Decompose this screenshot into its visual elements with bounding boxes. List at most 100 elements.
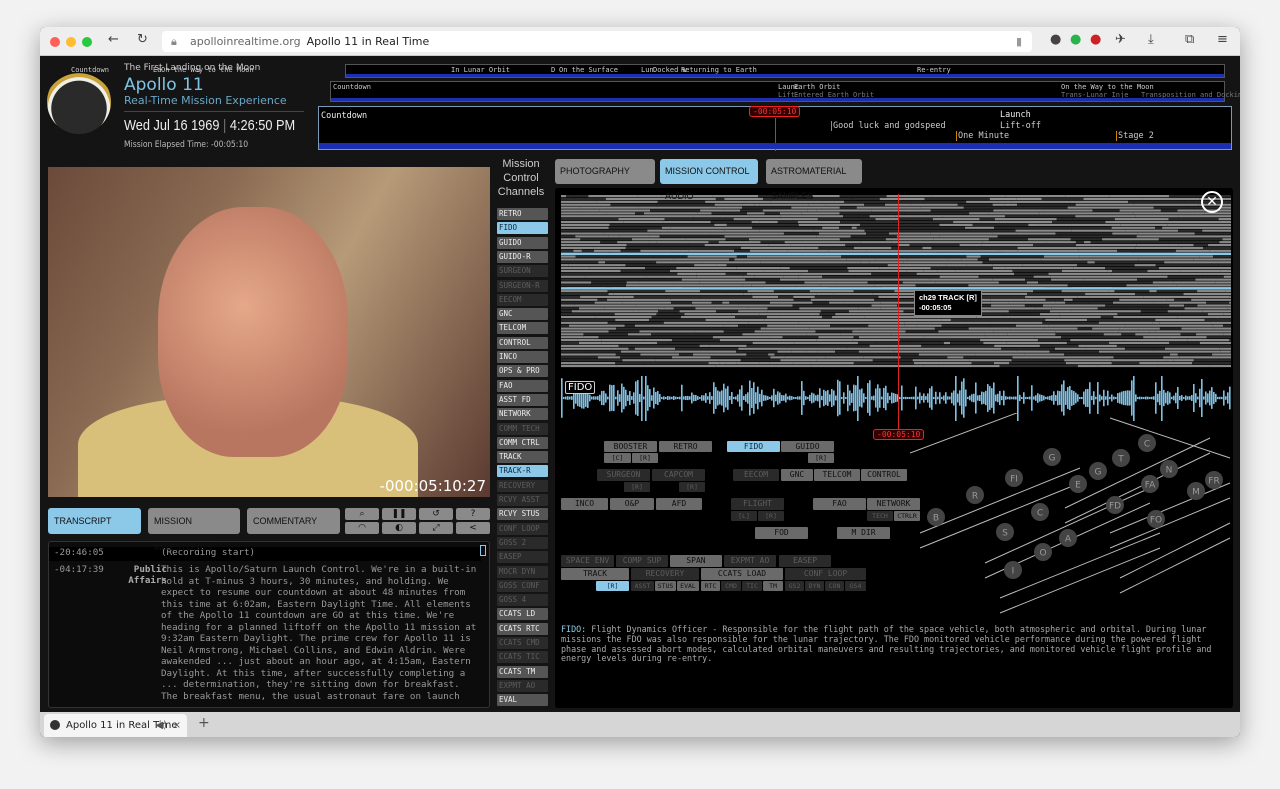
console-button-gnc[interactable]: GNC [781, 469, 813, 481]
console-button-eval[interactable]: EVAL [677, 581, 699, 591]
timeline-full-mission[interactable]: Countdown Ea On the Way to the Moon In Luna… [71, 64, 1225, 78]
console-button-gs4[interactable]: GS4 [845, 581, 866, 591]
search-button[interactable]: ⌕ [345, 508, 379, 520]
console-button-ccats-load[interactable]: CCATS LOAD [701, 568, 783, 580]
channel-ccats-rtc[interactable]: CCATS RTC [497, 622, 548, 635]
console-button-con[interactable]: CON [825, 581, 844, 591]
expand-button[interactable]: ⤢ [419, 522, 453, 534]
timeline-phase-label[interactable]: D [551, 66, 555, 74]
tab-commentary[interactable]: COMMENTARY [247, 508, 340, 534]
console-button-telcom[interactable]: TELCOM [814, 469, 860, 481]
console-button-capcom[interactable]: CAPCOM [652, 469, 705, 481]
event-godspeed[interactable]: Good luck and godspeed [831, 121, 946, 131]
channel-asst-fd[interactable]: ASST FD [497, 393, 548, 406]
timeline-phase-label[interactable]: Lun [641, 66, 654, 74]
channel-ccats-tm[interactable]: CCATS TM [497, 665, 548, 678]
console-button-tm[interactable]: TM [763, 581, 783, 591]
channel-ops-pro[interactable]: OPS & PRO [497, 365, 548, 378]
transcript-row[interactable]: -20:46:05 (Recording start) [49, 547, 481, 561]
extension-icon[interactable]: ● [1050, 32, 1061, 47]
console-button-fao[interactable]: FAO [813, 498, 866, 510]
channel-eecom[interactable]: EECOM [497, 293, 548, 306]
console-button-r[interactable]: [R] [808, 453, 834, 463]
download-icon[interactable]: ⤓ [1148, 32, 1154, 47]
console-button-r[interactable]: [R] [758, 511, 784, 521]
speed-button[interactable]: ◠ [345, 522, 379, 534]
channel-track-r[interactable]: TRACK-R [497, 465, 548, 478]
moon-button[interactable]: ◐ [382, 522, 416, 534]
tab-mission-milestones[interactable]: MISSION MILESTONES [148, 508, 240, 552]
console-button-o-p[interactable]: O&P [610, 498, 654, 510]
channel-ccats-cmd[interactable]: CCATS CMD [497, 637, 548, 649]
console-button-comp-sup[interactable]: COMP SUP [616, 555, 668, 567]
timeline-phase-label[interactable]: Earth Orbit [794, 83, 840, 91]
bookmark-icon[interactable]: ▮ [1016, 31, 1022, 52]
console-button-retro[interactable]: RETRO [659, 441, 712, 452]
timeline-phase-label[interactable]: On the Surface [559, 66, 618, 74]
channel-activity-heatmap[interactable] [561, 195, 1231, 368]
pause-button[interactable]: ❚❚ [382, 508, 416, 520]
console-button-surgeon[interactable]: SURGEON [597, 469, 650, 481]
console-button-c[interactable]: [C] [604, 453, 631, 463]
channel-telcom[interactable]: TELCOM [497, 322, 548, 335]
channel-eval[interactable]: EVAL [497, 694, 548, 707]
channel-easep[interactable]: EASEP [497, 551, 548, 564]
address-bar[interactable]: 🔒︎ apolloinrealtime.org Apollo 11 in Real… [162, 31, 1032, 52]
console-button-network[interactable]: NETWORK [867, 498, 920, 510]
console-button-tic[interactable]: TIC [742, 581, 762, 591]
close-tab-icon[interactable]: × [173, 714, 181, 737]
channel-goss-2[interactable]: GOSS 2 [497, 536, 548, 549]
reload-icon[interactable]: ↻ [137, 32, 148, 47]
channel-comm-tech[interactable]: COMM TECH [497, 422, 548, 435]
console-button-r[interactable]: [R] [624, 482, 650, 492]
console-button-afd[interactable]: AFD [656, 498, 702, 510]
channel-network[interactable]: NETWORK [497, 408, 548, 421]
console-button-track[interactable]: TRACK [561, 568, 629, 580]
tab-mission-control-audio[interactable]: MISSION CONTROL AUDIO [660, 159, 758, 201]
selected-channel-row[interactable] [561, 287, 1231, 290]
console-button-asst[interactable]: ASST [631, 581, 654, 591]
console-button-easep[interactable]: EASEP [779, 555, 831, 567]
history-button[interactable]: ↺ [419, 508, 453, 520]
channel-recovery[interactable]: RECOVERY [497, 479, 548, 492]
channel-surgeon[interactable]: SURGEON [497, 265, 548, 278]
event-one-minute[interactable]: One Minute [956, 131, 1009, 141]
channel-comm-ctrl[interactable]: COMM CTRL [497, 436, 548, 449]
channel-expmt-ao[interactable]: EXPMT AO [497, 679, 548, 692]
close-icon[interactable]: ✕ [1201, 191, 1223, 213]
console-button-flight[interactable]: FLIGHT [731, 498, 784, 510]
selected-channel-row[interactable] [561, 252, 1231, 256]
close-window-icon[interactable] [50, 37, 60, 47]
console-button-r[interactable]: [R] [596, 581, 629, 591]
audio-playing-icon[interactable]: ◀) [155, 714, 167, 737]
channel-fido[interactable]: FIDO [497, 222, 548, 235]
share-button[interactable]: < [456, 522, 490, 534]
channel-control[interactable]: CONTROL [497, 336, 548, 349]
browser-tab[interactable]: Apollo 11 in Real Time ◀) × [44, 714, 187, 737]
console-button-expmt-ao[interactable]: EXPMT AO [724, 555, 776, 567]
timeline-zoom[interactable]: Countdown Launc Earth Orbit Lift- Entered Ea… [330, 81, 1240, 102]
console-button-booster[interactable]: BOOSTER [604, 441, 657, 452]
new-tab-icon[interactable]: + [198, 715, 210, 731]
console-button-l[interactable]: [L] [731, 511, 757, 521]
console-button-conf-loop[interactable]: CONF LOOP [785, 568, 866, 580]
library-icon[interactable]: ⧉ [1185, 32, 1194, 47]
console-button-fod[interactable]: FOD [755, 527, 808, 539]
console-button-gs2[interactable]: GS2 [785, 581, 804, 591]
console-button-m-dir[interactable]: M DIR [837, 527, 890, 539]
timeline-phase-label[interactable]: Returning to Earth [681, 66, 757, 74]
scrollbar[interactable] [480, 545, 486, 556]
channel-fao[interactable]: FAO [497, 379, 548, 392]
tab-photography[interactable]: PHOTOGRAPHY [555, 159, 655, 184]
menu-icon[interactable]: ≡ [1217, 32, 1228, 47]
timeline-phase-label[interactable]: On the Way to the Moon [1061, 83, 1154, 91]
console-button-rtc[interactable]: RTC [701, 581, 720, 591]
timeline-phase-label[interactable]: Countdown [71, 66, 109, 74]
tab-astromaterial-samples[interactable]: ASTROMATERIAL SAMPLES [766, 159, 862, 201]
playhead[interactable] [898, 194, 899, 434]
console-button-recovery[interactable]: RECOVERY [631, 568, 699, 580]
back-icon[interactable]: ← [108, 32, 119, 47]
channel-guido[interactable]: GUIDO [497, 236, 548, 249]
channel-surgeon-r[interactable]: SURGEON-R [497, 279, 548, 292]
grammarly-icon[interactable]: ● [1070, 32, 1081, 47]
